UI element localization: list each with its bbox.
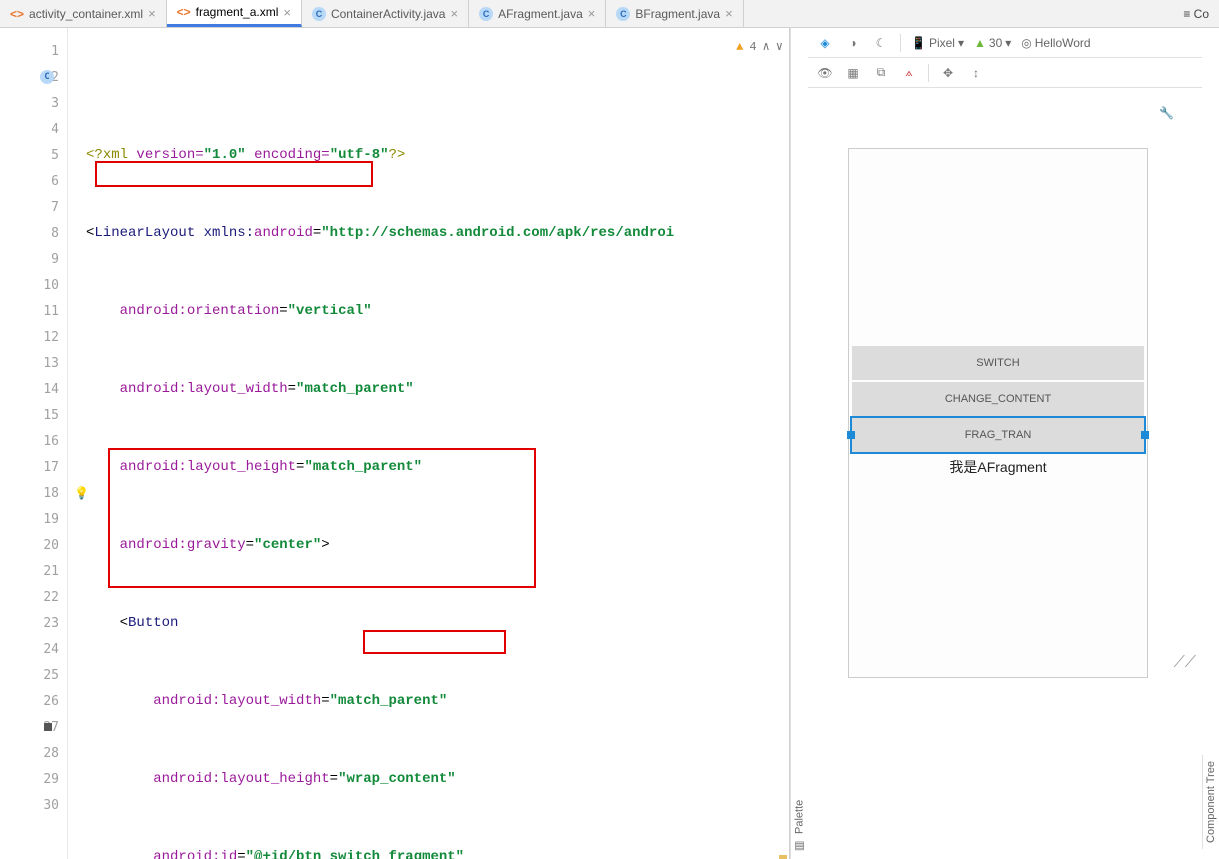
line-number: 2 (0, 64, 67, 90)
api-selector[interactable]: ▲ 30 ▾ (974, 36, 1011, 50)
component-tree-tab[interactable]: Component Tree (1202, 755, 1219, 849)
line-number: 26 (0, 688, 67, 714)
line-number: 29 (0, 766, 67, 792)
expand-icon[interactable]: ↕ (967, 64, 985, 82)
eye-icon[interactable]: 👁 (816, 64, 834, 82)
night-mode-icon[interactable]: ☾ (872, 34, 890, 52)
warning-count: 4 (749, 34, 756, 60)
design-toolbar: ◈ ◑ ☾ 📱 Pixel ▾ ▲ 30 ▾ ◎ HelloWord (808, 28, 1202, 58)
tab-label: BFragment.java (635, 7, 720, 21)
line-number: 27 (0, 714, 67, 740)
resize-handle-icon[interactable]: ⟋⟋ (1174, 654, 1196, 672)
tab-label: ContainerActivity.java (331, 7, 446, 21)
tab-afragment[interactable]: C AFragment.java × (469, 0, 606, 27)
line-number: 3 (0, 90, 67, 116)
close-icon[interactable]: × (148, 6, 156, 21)
inspection-summary[interactable]: ▲ 4 ∧ ∨ (736, 34, 783, 60)
preview-button-switch[interactable]: SWITCH (852, 346, 1144, 380)
line-number: 1 (0, 38, 67, 64)
line-number: 20 (0, 532, 67, 558)
xml-icon: <> (10, 7, 24, 21)
device-selector[interactable]: 📱 Pixel ▾ (911, 36, 964, 50)
tab-container-activity[interactable]: C ContainerActivity.java × (302, 0, 469, 27)
close-icon[interactable]: × (450, 6, 458, 21)
line-number: 6 (0, 168, 67, 194)
line-number: 7 (0, 194, 67, 220)
warning-icon: ▲ (736, 34, 743, 60)
line-number: 11 (0, 298, 67, 324)
close-icon[interactable]: × (725, 6, 733, 21)
preview-button-frag-tran[interactable]: FRAG_TRAN (852, 418, 1144, 452)
palette-icon: ▤ (793, 840, 806, 853)
gutter: 1 2 3 4 5 6 7 8 9 10 11 12 13 14 15 16 1… (0, 28, 68, 859)
tab-activity-container[interactable]: <> activity_container.xml × (0, 0, 167, 27)
line-number: 14 (0, 376, 67, 402)
line-number: 15 (0, 402, 67, 428)
line-number: 17 (0, 454, 67, 480)
tab-bfragment[interactable]: C BFragment.java × (606, 0, 743, 27)
java-icon: C (312, 7, 326, 21)
line-number: 8 (0, 220, 67, 246)
line-number: 10 (0, 272, 67, 298)
close-icon[interactable]: × (588, 6, 596, 21)
nav-down-icon[interactable]: ∨ (776, 34, 783, 60)
line-number: 28 (0, 740, 67, 766)
line-number: 24 (0, 636, 67, 662)
line-number: 16 (0, 428, 67, 454)
clear-constraints-icon[interactable]: ⟑ (900, 64, 918, 82)
line-number: 30 (0, 792, 67, 818)
magnet-icon[interactable]: ⧉ (872, 64, 890, 82)
design-surface-icon[interactable]: ◈ (816, 34, 834, 52)
line-number: 13 (0, 350, 67, 376)
orientation-icon[interactable]: ◑ (844, 34, 862, 52)
preview-textview[interactable]: 我是AFragment (849, 453, 1147, 481)
line-number: 22 (0, 584, 67, 610)
layout-preview: ▤ Palette ◈ ◑ ☾ 📱 Pixel ▾ ▲ 30 ▾ ◎ Hello… (790, 28, 1219, 859)
line-number: 21 (0, 558, 67, 584)
line-number: 18 (0, 480, 67, 506)
line-number: 25 (0, 662, 67, 688)
tab-label: AFragment.java (498, 7, 583, 21)
device-frame: SWITCH CHANGE_CONTENT FRAG_TRAN 我是AFragm… (848, 148, 1148, 678)
line-number: 9 (0, 246, 67, 272)
tab-label: fragment_a.xml (196, 5, 279, 19)
line-number: 12 (0, 324, 67, 350)
java-icon: C (616, 7, 630, 21)
design-canvas[interactable]: 🔧 SWITCH CHANGE_CONTENT FRAG_TRAN 我是AFra… (808, 88, 1202, 678)
xml-icon: <> (177, 5, 191, 19)
pan-icon[interactable]: ✥ (939, 64, 957, 82)
theme-selector[interactable]: ◎ HelloWord (1021, 36, 1090, 50)
nav-up-icon[interactable]: ∧ (763, 34, 770, 60)
view-options-toolbar: 👁 ▦ ⧉ ⟑ ✥ ↕ (808, 58, 1202, 88)
code-editor[interactable]: 1 2 3 4 5 6 7 8 9 10 11 12 13 14 15 16 1… (0, 28, 790, 859)
palette-tab[interactable]: ▤ Palette (790, 28, 808, 859)
line-number: 4 (0, 116, 67, 142)
line-number: 23 (0, 610, 67, 636)
line-number: 5 (0, 142, 67, 168)
grid-icon[interactable]: ▦ (844, 64, 862, 82)
overflow-menu[interactable]: ≡ Co (1173, 7, 1219, 21)
line-number: 19 (0, 506, 67, 532)
code-area[interactable]: ▲ 4 ∧ ∨ <?xml version="1.0" encoding="ut… (68, 28, 789, 859)
preview-button-change-content[interactable]: CHANGE_CONTENT (852, 382, 1144, 416)
close-icon[interactable]: × (283, 5, 291, 20)
tab-label: activity_container.xml (29, 7, 143, 21)
tab-fragment-a[interactable]: <> fragment_a.xml × (167, 0, 302, 27)
editor-tabs: <> activity_container.xml × <> fragment_… (0, 0, 1219, 28)
wrench-icon[interactable]: 🔧 (1159, 106, 1174, 120)
java-icon: C (479, 7, 493, 21)
